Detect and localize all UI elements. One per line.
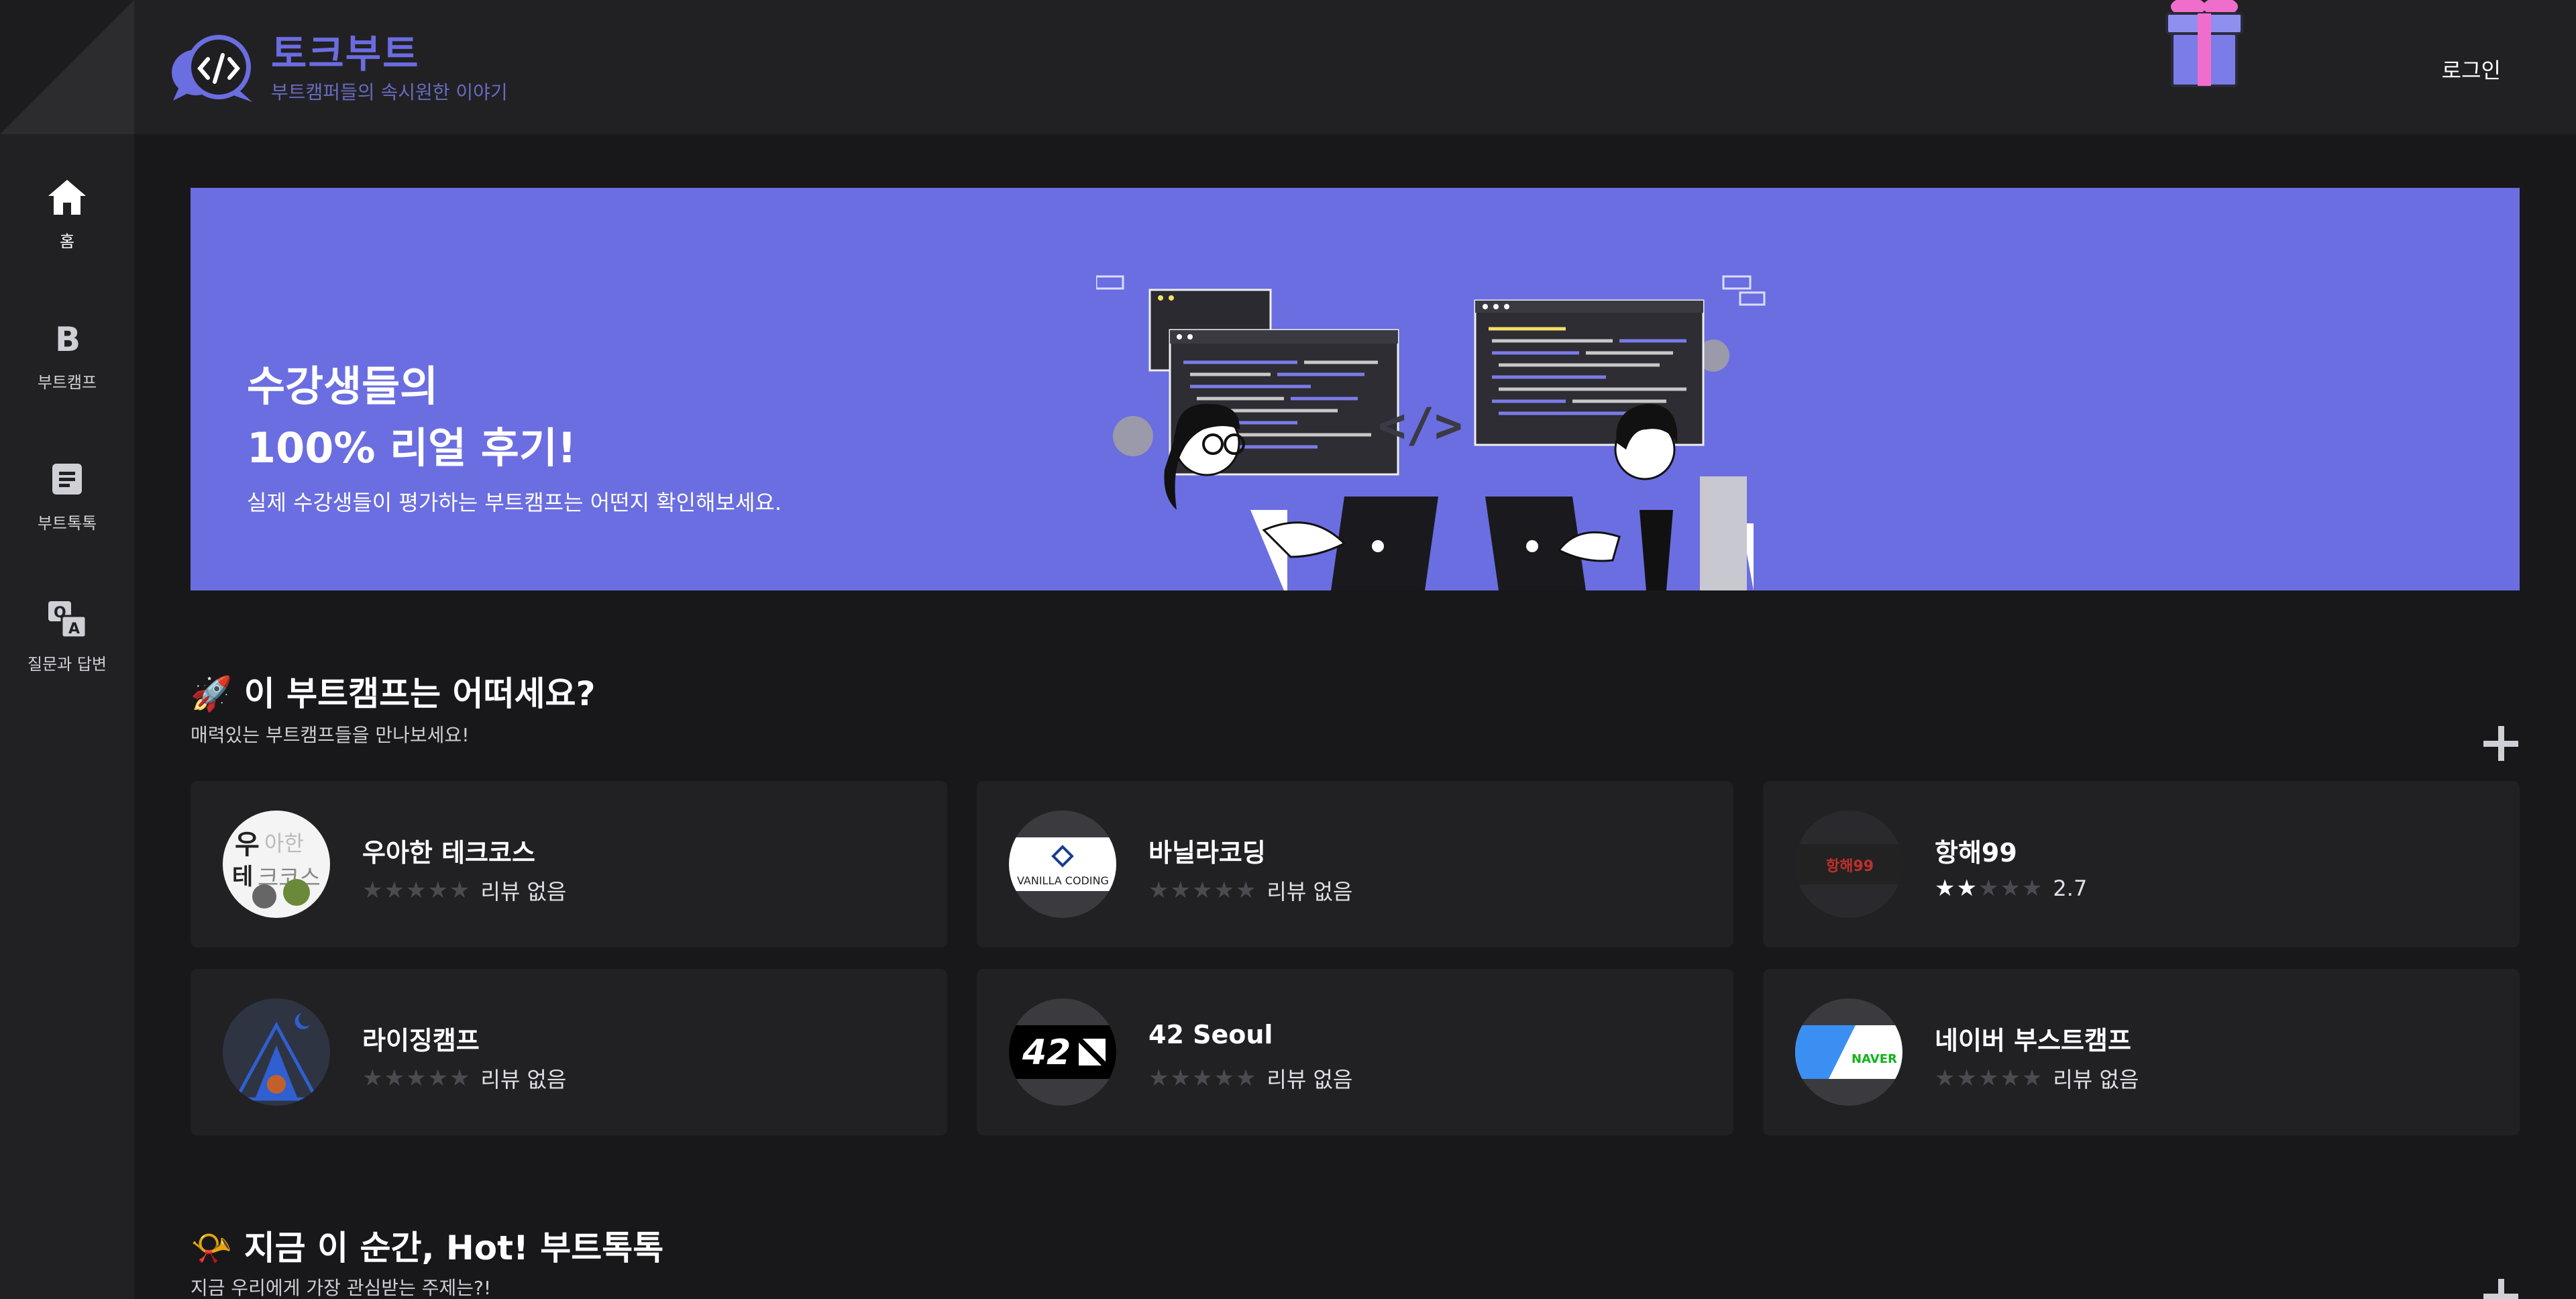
bootcamp-name: 바닐라코딩 (1148, 838, 1266, 868)
rating-text: 리뷰 없음 (1267, 1067, 1353, 1092)
logo-title: 토크부트 (271, 31, 420, 76)
svg-text:테: 테 (232, 864, 253, 890)
bootcamp-card[interactable]: 라이징캠프 ★★★★★ 리뷰 없음 (191, 969, 947, 1135)
bootcamp-rating: ★★★★★ 리뷰 없음 (1148, 1063, 1352, 1094)
star-rating-icons: ★★★★★ (1148, 1065, 1258, 1092)
rocket-icon: 🚀 (191, 674, 233, 713)
sidebar-item-label: 부트캠프 (37, 373, 97, 392)
svg-text:</>: </> (1378, 398, 1462, 453)
thumb-label: VANILLA CODING (1017, 874, 1109, 887)
sidebar-item-label: 부트톡톡 (37, 514, 97, 533)
section-subtitle-bootcamps: 매력있는 부트캠프들을 만나보세요! (191, 724, 470, 746)
section-subtitle-hot-talk: 지금 우리에게 가장 관심받는 주제는?! (191, 1277, 492, 1299)
section-title-text: 이 부트캠프는 어떠세요? (244, 674, 596, 713)
bootcamp-card[interactable]: 42 42 Seoul ★★★★★ 리뷰 없음 (977, 969, 1733, 1135)
svg-text:B: B (55, 321, 80, 355)
bootcamp-name: 라이징캠프 (362, 1026, 480, 1055)
sidebar-item-bootcamp[interactable]: B 부트캠프 (0, 318, 134, 393)
more-bootcamps-plus-icon[interactable] (2483, 726, 2518, 761)
speech-bubble-code-icon (169, 31, 258, 106)
svg-text:우: 우 (235, 829, 260, 860)
sidebar-item-home[interactable]: 홈 (0, 177, 134, 252)
sidebar-item-label: 질문과 답변 (27, 655, 107, 674)
bootcamp-rating: ★★★★★ 리뷰 없음 (1148, 875, 1352, 906)
logo-subtitle: 부트캠퍼들의 속시원한 이야기 (271, 81, 508, 103)
qa-icon: Q A (47, 600, 87, 640)
thumb-label: NAVER (1851, 1052, 1897, 1066)
section-title-text: 지금 이 순간, Hot! 부트톡톡 (244, 1229, 664, 1267)
rating-text: 2.7 (2053, 876, 2088, 901)
star-rating-icons: ★★★★★ (1935, 875, 2044, 902)
login-button[interactable]: 로그인 (2442, 54, 2501, 85)
bootcamp-card[interactable]: NAVER 네이버 부스트캠프 ★★★★★ 리뷰 없음 (1763, 969, 2520, 1135)
bootcamp-rating: ★★★★★ 리뷰 없음 (362, 875, 566, 906)
bootcamp-name: 우아한 테크코스 (362, 838, 535, 868)
rating-text: 리뷰 없음 (480, 1067, 567, 1092)
gift-icon[interactable] (2160, 0, 2249, 89)
svg-text:A: A (68, 621, 80, 637)
bootcamp-name: 항해99 (1935, 838, 2017, 868)
banner-line-2: 100% 리얼 후기! (247, 423, 577, 472)
bootcamp-thumbnail: 항해99 (1795, 811, 1902, 918)
star-rating-icons: ★★★★★ (1935, 1065, 2044, 1092)
bootcamp-name: 네이버 부스트캠프 (1935, 1026, 2131, 1055)
sidebar-item-label: 홈 (59, 232, 75, 251)
bootcamp-rating: ★★★★★ 2.7 (1935, 875, 2087, 902)
banner-line-1: 수강생들의 (247, 362, 439, 411)
bootcamp-card[interactable]: 우 아한 테 크코스 우아한 테크코스 ★★★★★ 리뷰 없음 (191, 781, 947, 947)
developers-illustration: </> (1096, 275, 1766, 590)
bootcamp-name: 42 Seoul (1148, 1020, 1273, 1049)
section-title-bootcamps: 🚀 이 부트캠프는 어떠세요? (191, 667, 596, 715)
star-rating-icons: ★★★★★ (362, 877, 472, 904)
hero-banner[interactable]: 수강생들의 100% 리얼 후기! 실제 수강생들이 평가하는 부트캠프는 어떤… (191, 188, 2520, 590)
bootcamp-thumbnail: VANILLA CODING (1009, 811, 1116, 918)
bootcamp-thumbnail: 42 (1009, 998, 1116, 1106)
svg-text:아한: 아한 (264, 831, 304, 856)
thumb-label: 항해99 (1826, 858, 1874, 875)
bootcamp-rating: ★★★★★ 리뷰 없음 (362, 1063, 566, 1094)
bootcamp-card[interactable]: VANILLA CODING 바닐라코딩 ★★★★★ 리뷰 없음 (977, 781, 1733, 947)
svg-text:42: 42 (1022, 1033, 1071, 1073)
star-rating-icons: ★★★★★ (362, 1065, 472, 1092)
logo[interactable]: 토크부트 부트캠퍼들의 속시원한 이야기 (169, 31, 508, 106)
banner-subtitle: 실제 수강생들이 평가하는 부트캠프는 어떤지 확인해보세요. (247, 490, 782, 515)
b-icon: B (47, 318, 87, 358)
star-rating-icons: ★★★★★ (1148, 877, 1258, 904)
section-title-hot-talk: 📯 지금 이 순간, Hot! 부트톡톡 (191, 1221, 663, 1269)
banner-headline: 수강생들의 100% 리얼 후기! (247, 356, 576, 479)
sidebar-item-talk[interactable]: 부트톡톡 (0, 459, 134, 533)
rating-text: 리뷰 없음 (1267, 879, 1353, 904)
bootcamp-card[interactable]: 항해99 항해99 ★★★★★ 2.7 (1763, 781, 2520, 947)
bootcamp-rating: ★★★★★ 리뷰 없음 (1935, 1063, 2139, 1094)
home-icon (47, 177, 87, 217)
rating-text: 리뷰 없음 (2053, 1067, 2139, 1092)
top-header: 토크부트 부트캠퍼들의 속시원한 이야기 로그인 (0, 0, 2576, 134)
bootcamp-thumbnail (223, 998, 330, 1106)
more-talks-plus-icon[interactable] (2483, 1279, 2518, 1299)
document-icon (47, 459, 87, 499)
sidebar-item-qa[interactable]: Q A 질문과 답변 (0, 600, 134, 674)
bootcamp-thumbnail: 우 아한 테 크코스 (223, 811, 330, 918)
rating-text: 리뷰 없음 (480, 879, 567, 904)
bootcamp-thumbnail: NAVER (1795, 998, 1902, 1106)
sidebar: 홈 B 부트캠프 부트톡톡 Q A 질문과 답변 (0, 134, 134, 1299)
horn-icon: 📯 (191, 1229, 233, 1267)
